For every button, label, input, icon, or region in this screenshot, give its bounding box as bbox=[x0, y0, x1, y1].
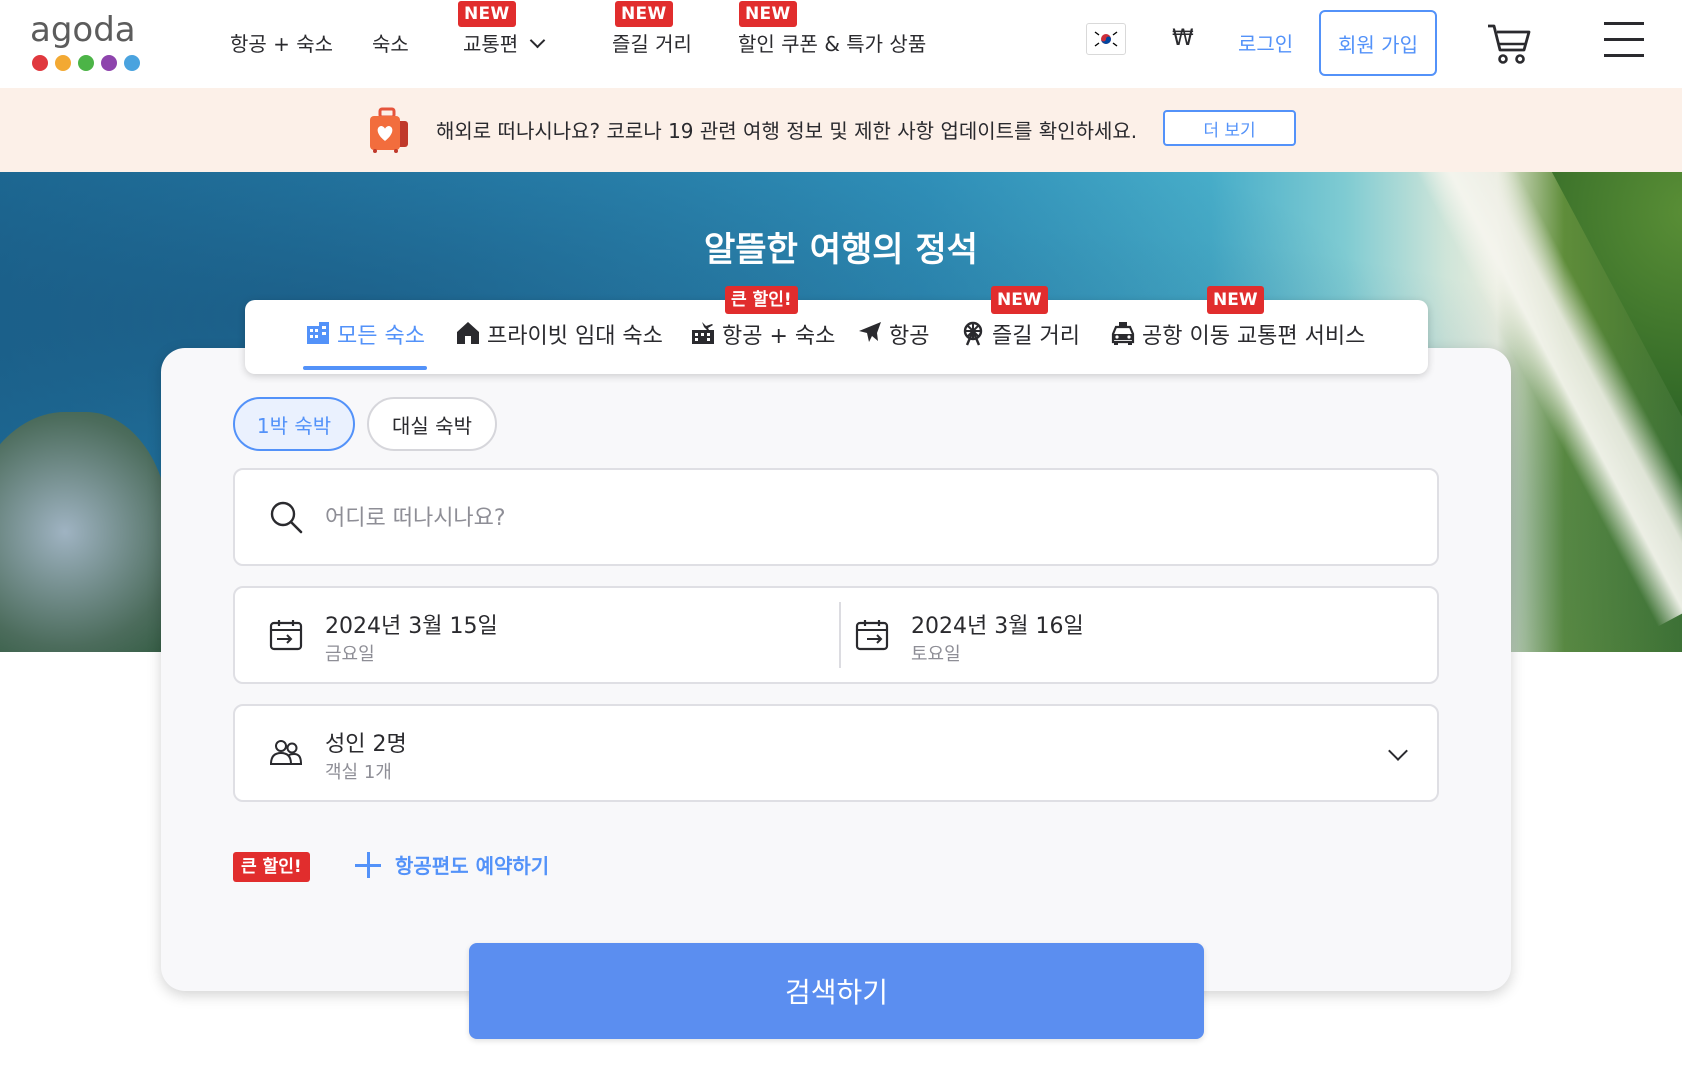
cart-icon[interactable] bbox=[1486, 22, 1532, 66]
room-count: 객실 1개 bbox=[325, 762, 392, 783]
checkout-date-text: 2024년 3월 16일 bbox=[911, 614, 1084, 639]
tab-label: 즐길 거리 bbox=[992, 324, 1080, 349]
flight-hotel-icon bbox=[692, 322, 714, 344]
taxi-icon bbox=[1111, 322, 1135, 345]
big-deal-badge: 큰 할인! bbox=[725, 286, 798, 314]
checkout-date[interactable]: 2024년 3월 16일 토요일 bbox=[843, 588, 1437, 682]
login-link[interactable]: 로그인 bbox=[1238, 28, 1293, 57]
new-badge: NEW bbox=[458, 1, 516, 27]
logo-dots bbox=[32, 55, 140, 71]
add-flight-label: 항공편도 예약하기 bbox=[395, 854, 550, 878]
chevron-down-icon bbox=[529, 32, 546, 49]
checkin-date-text: 2024년 3월 15일 bbox=[325, 614, 498, 639]
menu-line bbox=[1604, 54, 1644, 57]
hero-title: 알뜰한 여행의 정석 bbox=[704, 230, 978, 270]
ferris-wheel-icon bbox=[963, 321, 983, 346]
tab-all-stays[interactable]: 모든 숙소 bbox=[303, 318, 427, 370]
nav-flight-hotel[interactable]: 항공 + 숙소 bbox=[230, 28, 333, 57]
new-badge: NEW bbox=[1207, 286, 1264, 314]
guests-field[interactable]: 성인 2명 객실 1개 bbox=[233, 704, 1439, 802]
menu-line bbox=[1604, 22, 1644, 25]
tab-activities[interactable]: 즐길 거리 bbox=[960, 318, 1080, 370]
overnight-stay-pill[interactable]: 1박 숙박 bbox=[233, 397, 355, 451]
tab-label: 항공 bbox=[889, 324, 930, 349]
tab-flights[interactable]: 항공 bbox=[857, 318, 929, 370]
house-icon bbox=[457, 322, 479, 344]
tab-label: 모든 숙소 bbox=[337, 324, 425, 349]
date-divider bbox=[839, 602, 841, 668]
signup-button[interactable]: 회원 가입 bbox=[1319, 10, 1437, 76]
hamburger-menu-icon[interactable] bbox=[1604, 22, 1644, 58]
hero-rock-island bbox=[0, 412, 170, 652]
product-tabs: 모든 숙소 프라이빗 임대 숙소 큰 할인! 항공 + 숙소 항공 NEW 즐길… bbox=[245, 286, 1428, 374]
currency-selector[interactable]: ₩ bbox=[1172, 26, 1194, 51]
nav-deals[interactable]: 할인 쿠폰 & 특가 상품 bbox=[738, 28, 926, 57]
nav-label: 항공 + 숙소 bbox=[230, 32, 334, 56]
hotel-icon bbox=[307, 322, 329, 344]
tab-airport-transfer[interactable]: 공항 이동 교통편 서비스 bbox=[1110, 318, 1365, 370]
tab-private-rentals[interactable]: 프라이빗 임대 숙소 bbox=[455, 318, 663, 370]
logo-dot-blue bbox=[124, 55, 140, 71]
logo-dot-yellow bbox=[55, 55, 71, 71]
agoda-logo[interactable]: agoda bbox=[30, 10, 142, 72]
nav-label: 할인 쿠폰 & 특가 상품 bbox=[738, 32, 927, 56]
logo-dot-purple bbox=[101, 55, 117, 71]
menu-line bbox=[1604, 38, 1644, 41]
destination-input[interactable] bbox=[325, 498, 1325, 538]
airplane-icon bbox=[859, 322, 881, 342]
cart-graphic bbox=[1488, 24, 1531, 64]
date-field: 2024년 3월 15일 금요일 2024년 3월 16일 토요일 bbox=[233, 586, 1439, 684]
new-badge: NEW bbox=[739, 1, 797, 27]
logo-dot-red bbox=[32, 55, 48, 71]
korea-flag-icon[interactable] bbox=[1086, 23, 1126, 55]
guest-count: 성인 2명 bbox=[325, 732, 407, 757]
tab-label: 공항 이동 교통편 서비스 bbox=[1142, 324, 1366, 349]
chevron-down-icon bbox=[1388, 741, 1408, 761]
see-more-button[interactable]: 더 보기 bbox=[1163, 110, 1296, 146]
search-button[interactable]: 검색하기 bbox=[469, 943, 1204, 1039]
nav-label: 숙소 bbox=[372, 32, 409, 56]
tab-label: 항공 + 숙소 bbox=[722, 324, 836, 349]
luggage-heart-icon bbox=[366, 107, 410, 153]
nav-label: 교통편 bbox=[463, 32, 519, 56]
tab-flight-hotel[interactable]: 항공 + 숙소 bbox=[690, 318, 835, 370]
new-badge: NEW bbox=[615, 1, 673, 27]
advisory-text: 해외로 떠나시나요? 코로나 19 관련 여행 정보 및 제한 사항 업데이트를… bbox=[436, 119, 1138, 143]
add-flight-link[interactable]: 항공편도 예약하기 bbox=[355, 850, 549, 879]
nav-stays[interactable]: 숙소 bbox=[372, 28, 409, 57]
new-badge: NEW bbox=[991, 286, 1048, 314]
plus-icon bbox=[355, 851, 381, 878]
nav-label: 즐길 거리 bbox=[612, 32, 692, 56]
logo-wordmark: agoda bbox=[30, 10, 136, 50]
big-deal-badge: 큰 할인! bbox=[233, 852, 310, 882]
checkin-day-text: 금요일 bbox=[325, 644, 375, 665]
checkin-calendar-icon bbox=[269, 620, 303, 651]
checkin-date[interactable]: 2024년 3월 15일 금요일 bbox=[235, 588, 837, 682]
search-icon bbox=[270, 501, 303, 534]
tab-label: 프라이빗 임대 숙소 bbox=[487, 324, 663, 349]
checkout-day-text: 토요일 bbox=[911, 644, 961, 665]
top-header: agoda 항공 + 숙소 숙소 NEW 교통편 NEW 즐길 거리 NEW 할… bbox=[0, 0, 1682, 88]
checkout-calendar-icon bbox=[855, 620, 889, 651]
nav-transport[interactable]: 교통편 bbox=[463, 28, 546, 57]
destination-field[interactable] bbox=[233, 468, 1439, 566]
korea-flag-graphic bbox=[1091, 28, 1121, 50]
travel-advisory-banner: 해외로 떠나시나요? 코로나 19 관련 여행 정보 및 제한 사항 업데이트를… bbox=[0, 88, 1682, 172]
guests-icon bbox=[269, 740, 303, 765]
day-use-stay-pill[interactable]: 대실 숙박 bbox=[367, 397, 497, 451]
search-card: 1박 숙박 대실 숙박 2024년 3월 15일 금요일 bbox=[161, 348, 1511, 991]
nav-activities[interactable]: 즐길 거리 bbox=[612, 28, 692, 57]
logo-dot-green bbox=[78, 55, 94, 71]
